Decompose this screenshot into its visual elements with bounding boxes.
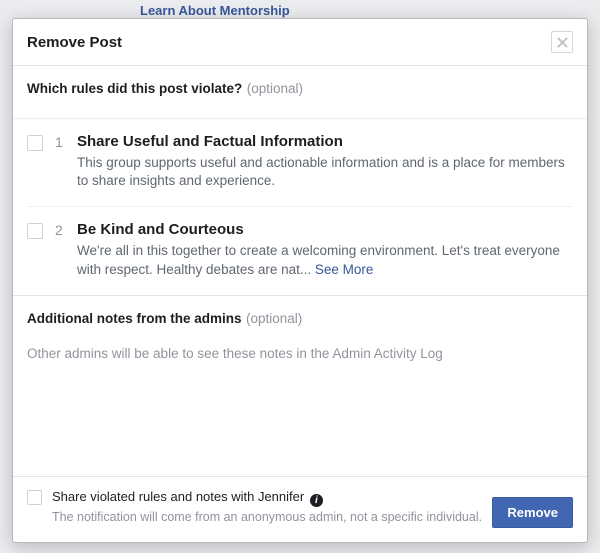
rule-number: 1: [55, 134, 65, 190]
dialog-footer: Share violated rules and notes with Jenn…: [13, 476, 587, 542]
optional-label: (optional): [246, 311, 302, 326]
rule-number: 2: [55, 222, 65, 278]
see-more-link[interactable]: See More: [315, 262, 374, 277]
background-link: Learn About Mentorship: [140, 3, 290, 18]
rule-item: 2 Be Kind and Courteous We're all in thi…: [27, 207, 573, 294]
remove-button[interactable]: Remove: [492, 497, 573, 528]
rules-list: 1 Share Useful and Factual Information T…: [13, 118, 587, 295]
rule-checkbox[interactable]: [27, 223, 43, 239]
share-label-text: Share violated rules and notes with Jenn…: [52, 489, 304, 504]
notes-input[interactable]: Other admins will be able to see these n…: [27, 346, 573, 361]
rules-heading: Which rules did this post violate?: [27, 81, 242, 96]
notes-section: Additional notes from the admins (option…: [13, 296, 587, 371]
rules-section-header: Which rules did this post violate? (opti…: [13, 66, 587, 106]
dialog-title: Remove Post: [27, 34, 122, 51]
rule-description: We're all in this together to create a w…: [77, 242, 573, 278]
rule-item: 1 Share Useful and Factual Information T…: [27, 119, 573, 207]
remove-post-dialog: Remove Post Which rules did this post vi…: [12, 18, 588, 543]
close-button[interactable]: [551, 31, 573, 53]
optional-label: (optional): [247, 81, 303, 96]
share-checkbox[interactable]: [27, 490, 42, 505]
info-icon[interactable]: i: [310, 494, 323, 507]
close-icon: [557, 37, 568, 48]
share-label: Share violated rules and notes with Jenn…: [52, 489, 482, 507]
rule-description: This group supports useful and actionabl…: [77, 154, 573, 190]
rule-title: Be Kind and Courteous: [77, 221, 573, 238]
dialog-header: Remove Post: [13, 19, 587, 66]
rule-title: Share Useful and Factual Information: [77, 133, 573, 150]
notes-heading: Additional notes from the admins: [27, 311, 242, 326]
share-subtext: The notification will come from an anony…: [52, 509, 482, 525]
rule-checkbox[interactable]: [27, 135, 43, 151]
